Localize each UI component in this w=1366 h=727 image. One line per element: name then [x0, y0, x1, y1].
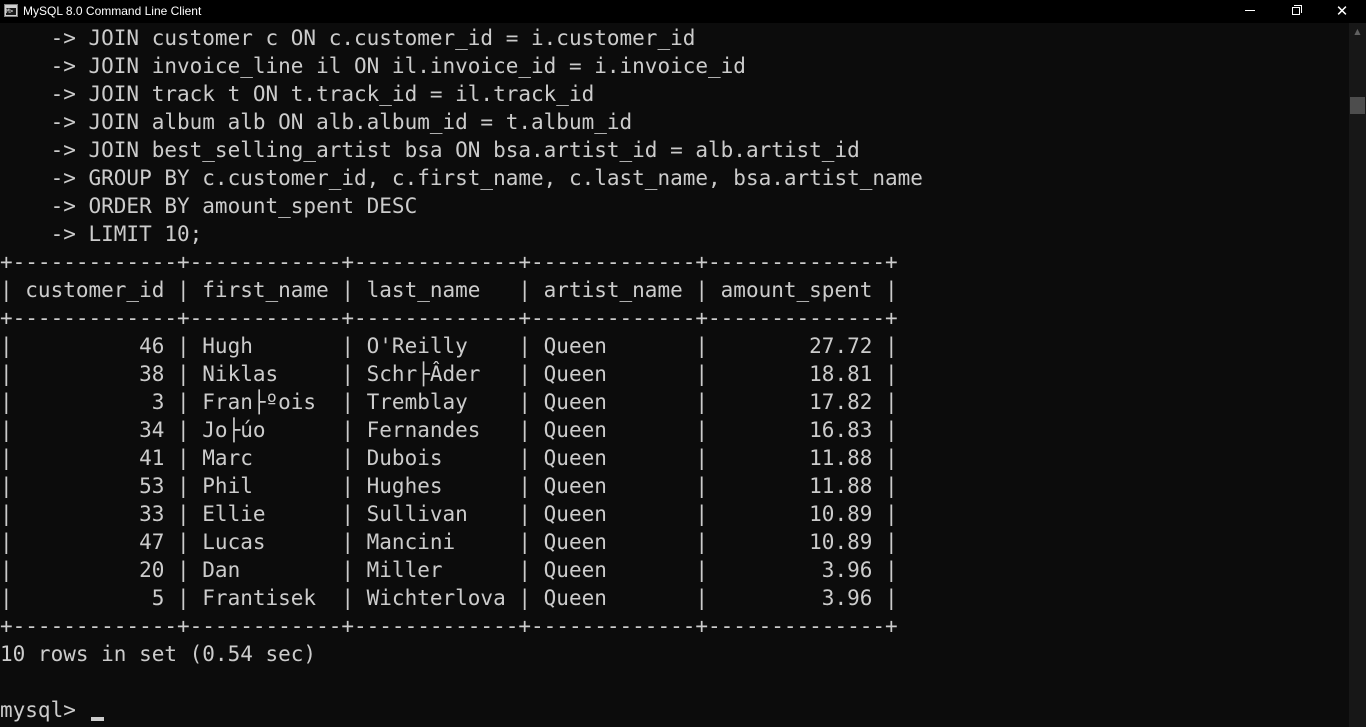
table-header-row: | customer_id | first_name | last_name |… [0, 278, 898, 302]
table-row: | 5 | Frantisek | Wichterlova | Queen | … [0, 586, 898, 610]
console-output[interactable]: -> JOIN customer c ON c.customer_id = i.… [0, 23, 1349, 727]
table-row: | 34 | Jo├úo | Fernandes | Queen | 16.83… [0, 418, 898, 442]
console-line: -> ORDER BY amount_spent DESC [0, 194, 418, 218]
console-line: -> JOIN track t ON t.track_id = il.track… [0, 82, 595, 106]
close-button[interactable]: ✕ [1319, 0, 1365, 23]
maximize-button[interactable] [1273, 0, 1319, 23]
table-row: | 38 | Niklas | Schr├Âder | Queen | 18.8… [0, 362, 898, 386]
table-row: | 47 | Lucas | Mancini | Queen | 10.89 | [0, 530, 898, 554]
console-line: -> JOIN invoice_line il ON il.invoice_id… [0, 54, 746, 78]
text-cursor [91, 717, 104, 721]
close-icon: ✕ [1335, 2, 1349, 20]
title-bar[interactable]: M> MySQL 8.0 Command Line Client ✕ [0, 0, 1366, 23]
table-border: +-------------+------------+------------… [0, 614, 898, 638]
console-line: -> JOIN best_selling_artist bsa ON bsa.a… [0, 138, 860, 162]
table-row: | 41 | Marc | Dubois | Queen | 11.88 | [0, 446, 898, 470]
scrollbar-thumb[interactable] [1350, 97, 1365, 114]
console-window: M> MySQL 8.0 Command Line Client ✕ -> JO… [0, 0, 1366, 727]
minimize-button[interactable] [1227, 0, 1273, 23]
console-line: -> JOIN album alb ON alb.album_id = t.al… [0, 110, 633, 134]
mysql-app-icon[interactable]: M> [4, 4, 18, 17]
table-row: | 46 | Hugh | O'Reilly | Queen | 27.72 | [0, 334, 898, 358]
app-icon-glyph: M> [6, 8, 16, 15]
table-row: | 3 | Fran├ºois | Tremblay | Queen | 17.… [0, 390, 898, 414]
restore-icon [1292, 5, 1302, 15]
console-line: -> LIMIT 10; [0, 222, 203, 246]
vertical-scrollbar[interactable]: ▲ [1349, 23, 1366, 727]
mysql-prompt[interactable]: mysql> [0, 696, 89, 724]
result-summary: 10 rows in set (0.54 sec) [0, 642, 317, 666]
minimize-icon [1245, 10, 1255, 11]
table-border: +-------------+------------+------------… [0, 250, 898, 274]
console-line: -> GROUP BY c.customer_id, c.first_name,… [0, 166, 923, 190]
scroll-up-arrow-icon[interactable]: ▲ [1349, 23, 1366, 40]
table-row: | 33 | Ellie | Sullivan | Queen | 10.89 … [0, 502, 898, 526]
table-border: +-------------+------------+------------… [0, 306, 898, 330]
table-row: | 53 | Phil | Hughes | Queen | 11.88 | [0, 474, 898, 498]
window-title: MySQL 8.0 Command Line Client [23, 4, 202, 18]
table-row: | 20 | Dan | Miller | Queen | 3.96 | [0, 558, 898, 582]
console-line: -> JOIN customer c ON c.customer_id = i.… [0, 26, 696, 50]
